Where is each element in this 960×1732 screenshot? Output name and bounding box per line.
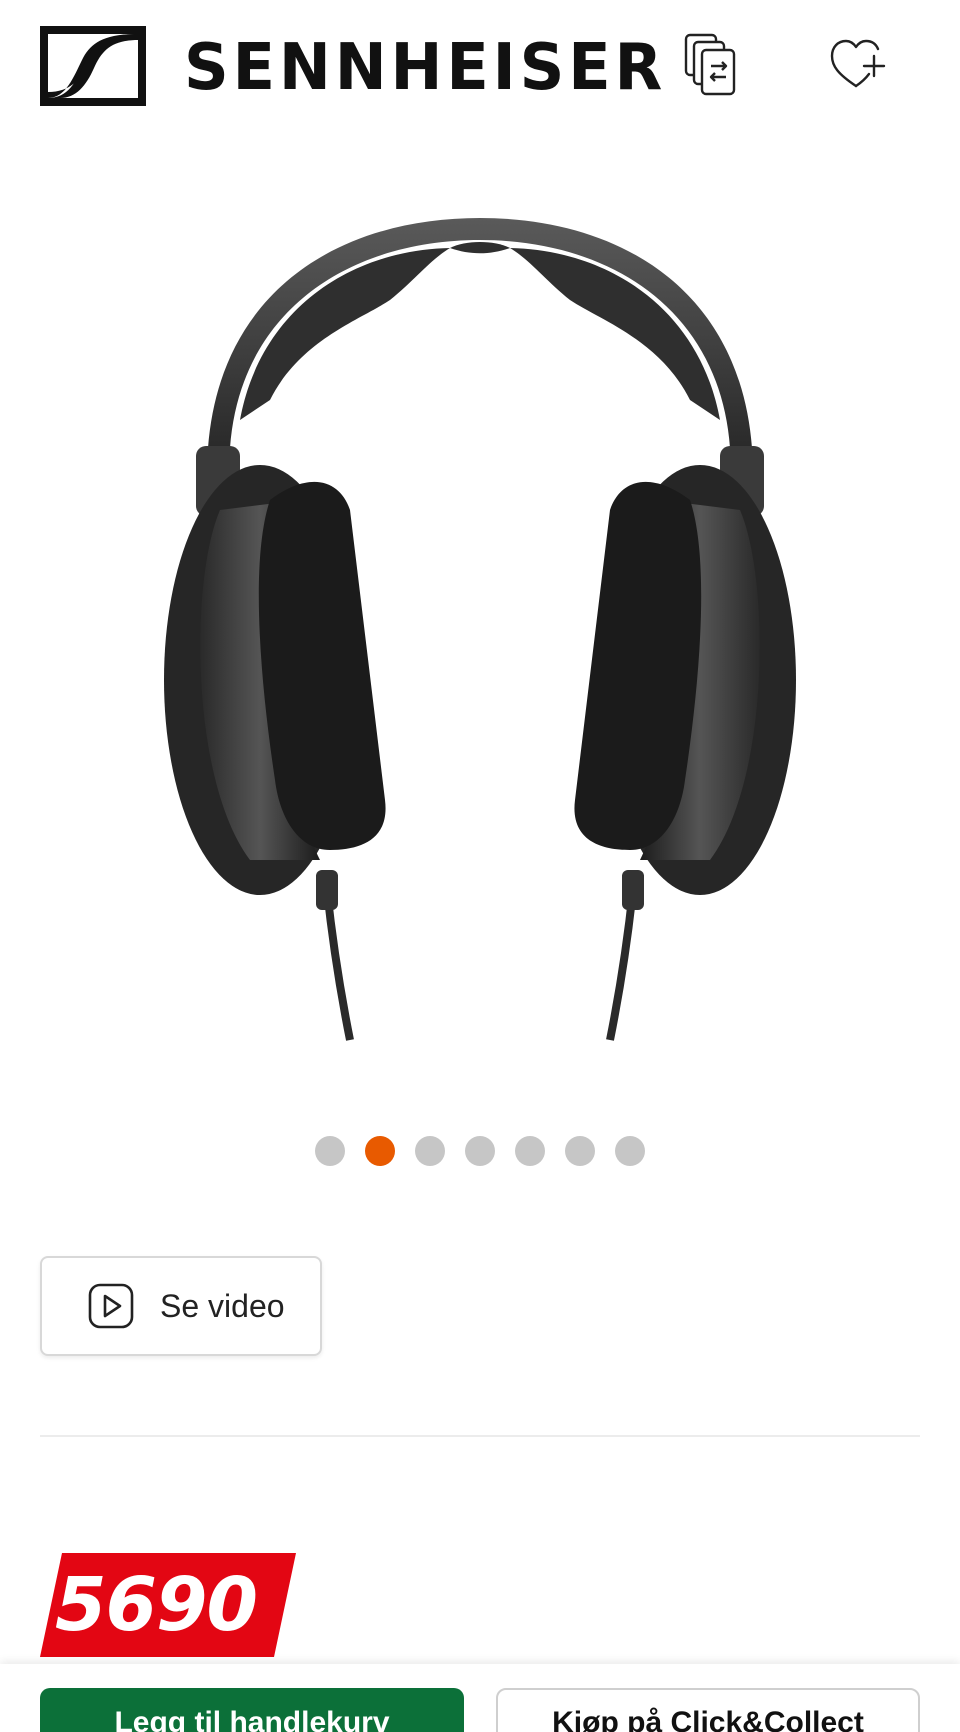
carousel-dot-2[interactable]	[365, 1136, 395, 1166]
sennheiser-logo-icon[interactable]	[40, 26, 146, 106]
carousel-dot-6[interactable]	[565, 1136, 595, 1166]
header: SENNHEISER	[0, 0, 960, 130]
divider	[40, 1435, 920, 1437]
heart-plus-icon	[828, 36, 888, 97]
carousel-dot-5[interactable]	[515, 1136, 545, 1166]
click-and-collect-button[interactable]: Kjøp på Click&Collect	[496, 1688, 920, 1732]
add-to-cart-button[interactable]: Legg til handlekurv	[40, 1688, 464, 1732]
wishlist-button[interactable]	[826, 30, 890, 102]
action-bar: Legg til handlekurv Kjøp på Click&Collec…	[0, 1664, 960, 1732]
carousel-dot-3[interactable]	[415, 1136, 445, 1166]
video-button[interactable]: Se video	[40, 1256, 322, 1356]
price-tag: 5690	[40, 1553, 296, 1657]
carousel-dots	[0, 1136, 960, 1166]
product-image[interactable]	[150, 200, 810, 1050]
carousel-dot-1[interactable]	[315, 1136, 345, 1166]
compare-icon	[682, 31, 738, 102]
compare-button[interactable]	[678, 30, 742, 102]
carousel-dot-4[interactable]	[465, 1136, 495, 1166]
brand-wordmark[interactable]: SENNHEISER	[184, 28, 666, 108]
video-button-label: Se video	[160, 1287, 285, 1324]
product-page: SENNHEISER Se video 5690 Legg til handle…	[0, 0, 960, 1732]
play-icon	[88, 1283, 134, 1329]
carousel-dot-7[interactable]	[615, 1136, 645, 1166]
price-value: 5690	[55, 1562, 258, 1648]
